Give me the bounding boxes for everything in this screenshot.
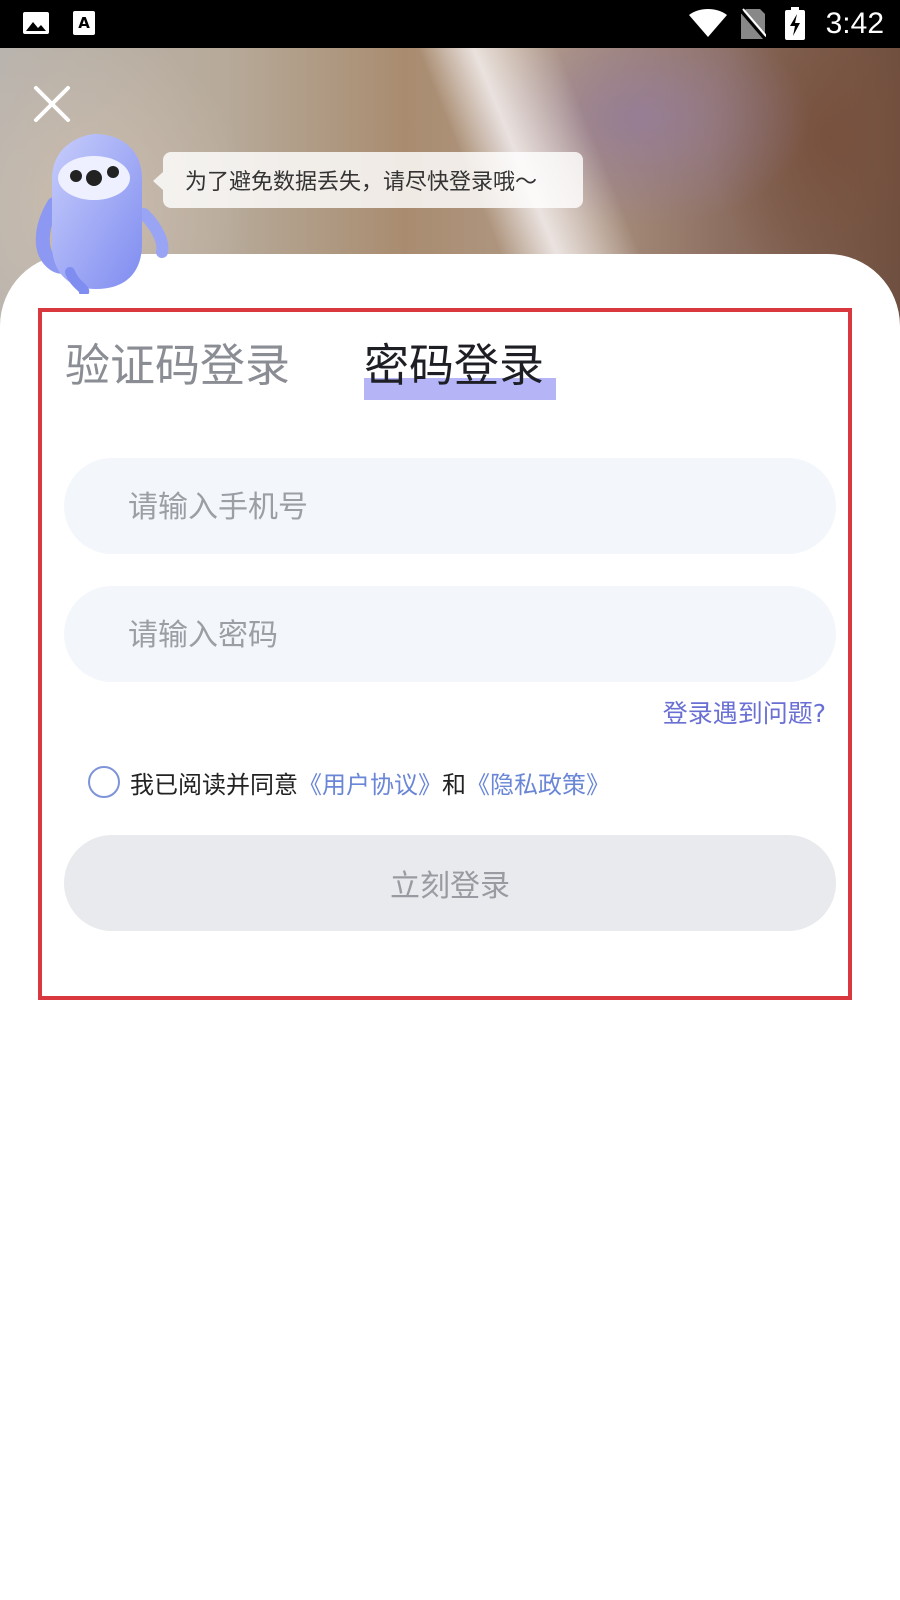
mascot-illustration bbox=[34, 134, 174, 297]
tab-password-login[interactable]: 密码登录 bbox=[364, 336, 544, 396]
status-bar: A 3:42 bbox=[0, 0, 900, 48]
tooltip-text: 为了避免数据丢失，请尽快登录哦～ bbox=[185, 170, 538, 195]
login-help-link[interactable]: 登录遇到问题? bbox=[663, 694, 826, 730]
wifi-icon bbox=[688, 8, 728, 42]
close-button[interactable] bbox=[28, 80, 76, 128]
battery-charging-icon bbox=[784, 7, 806, 45]
agreement-row: 我已阅读并同意 《用户协议》 和 《隐私政策》 bbox=[88, 764, 610, 800]
phone-field[interactable] bbox=[64, 458, 836, 556]
agreement-text: 我已阅读并同意 bbox=[130, 770, 298, 799]
user-agreement-link[interactable]: 《用户协议》 bbox=[298, 765, 442, 800]
close-icon bbox=[34, 86, 70, 122]
password-input[interactable] bbox=[126, 586, 810, 684]
tab-label: 密码登录 bbox=[364, 339, 545, 392]
image-icon bbox=[22, 9, 50, 41]
font-download-icon: A bbox=[72, 9, 96, 41]
phone-input[interactable] bbox=[126, 458, 810, 556]
agreement-and-text: 和 bbox=[442, 770, 466, 799]
agreement-checkbox[interactable] bbox=[88, 766, 120, 798]
login-button[interactable]: 立刻登录 bbox=[64, 835, 836, 931]
tab-sms-code-login[interactable]: 验证码登录 bbox=[65, 336, 290, 396]
no-sim-icon bbox=[739, 8, 768, 44]
svg-text:A: A bbox=[78, 14, 90, 32]
tab-label: 验证码登录 bbox=[65, 339, 291, 392]
privacy-policy-link[interactable]: 《隐私政策》 bbox=[466, 765, 610, 800]
status-time: 3:42 bbox=[825, 7, 884, 40]
password-field[interactable] bbox=[64, 586, 836, 684]
login-reminder-tooltip: 为了避免数据丢失，请尽快登录哦～ bbox=[153, 152, 583, 208]
